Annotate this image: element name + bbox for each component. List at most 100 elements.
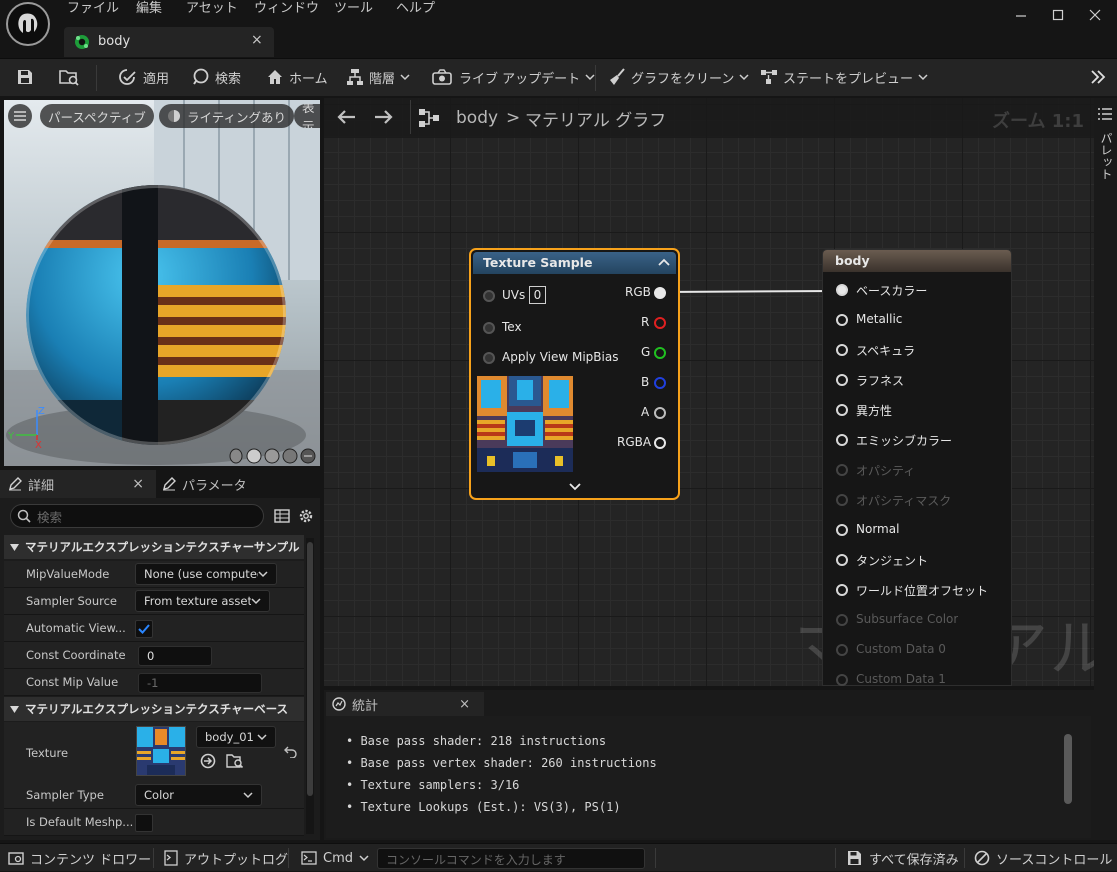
- save-all-button[interactable]: すべて保存済み: [847, 844, 959, 872]
- details-search-input[interactable]: 検索: [10, 504, 264, 528]
- const-coordinate-input[interactable]: 0: [138, 646, 212, 666]
- search-button[interactable]: 検索: [192, 59, 241, 95]
- expand-chevron-down-icon[interactable]: [569, 483, 581, 491]
- menu-file[interactable]: ファイル: [67, 0, 119, 20]
- stats-scrollbar-thumb[interactable]: [1064, 734, 1072, 804]
- browse-button[interactable]: [58, 59, 80, 95]
- texture-sample-node[interactable]: Texture Sample UVs 0 Tex Apply View MipB…: [469, 248, 680, 500]
- material-input-label: Subsurface Color: [856, 612, 959, 626]
- palette-sidebar[interactable]: パレット: [1094, 98, 1117, 840]
- material-input-pin[interactable]: [836, 464, 848, 476]
- apply-button[interactable]: 適用: [118, 59, 169, 95]
- chevron-up-icon[interactable]: [658, 258, 670, 266]
- preview-state-dropdown[interactable]: ステートをプレビュー: [760, 59, 928, 95]
- material-input-pin[interactable]: [836, 524, 848, 536]
- material-input-pin[interactable]: [836, 344, 848, 356]
- live-update-dropdown[interactable]: ライブ アップデート: [432, 59, 595, 95]
- material-input-pin[interactable]: [836, 644, 848, 656]
- material-result-node[interactable]: body ベースカラー Metallic スペキュラ ラフネス 異方性 エミッシブカラーオ…: [822, 249, 1012, 686]
- viewport-menu-button[interactable]: [8, 104, 32, 128]
- menu-help[interactable]: ヘルプ: [396, 0, 435, 20]
- r-output-pin[interactable]: [654, 317, 666, 329]
- sphere-mesh-icon[interactable]: [246, 448, 262, 464]
- cylinder-mesh-icon[interactable]: [228, 448, 244, 464]
- automatic-view-label: Automatic View...: [26, 621, 126, 635]
- material-input-pin[interactable]: [836, 554, 848, 566]
- sampler-type-dropdown[interactable]: Color: [135, 784, 262, 806]
- maximize-icon[interactable]: [1041, 4, 1075, 26]
- menu-window[interactable]: ウィンドウ: [254, 0, 319, 20]
- plane-mesh-icon[interactable]: [264, 448, 280, 464]
- table-view-icon[interactable]: [274, 508, 290, 524]
- tex-input-pin[interactable]: [483, 322, 495, 334]
- hierarchy-dropdown[interactable]: 階層: [346, 59, 410, 95]
- category-texture-sample[interactable]: マテリアルエクスプレッションテクスチャーサンプル: [4, 535, 304, 559]
- material-input-label: Custom Data 0: [856, 642, 946, 656]
- menu-asset[interactable]: アセット: [186, 0, 238, 20]
- close-details-icon[interactable]: ×: [132, 476, 144, 492]
- material-input-pin[interactable]: [836, 494, 848, 506]
- automatic-view-checkbox[interactable]: [135, 620, 153, 638]
- uvs-const-input[interactable]: 0: [529, 286, 546, 304]
- preview-viewport[interactable]: Z Y X パースペクティブ ライティングあり 表示: [4, 100, 320, 466]
- show-button[interactable]: 表示: [294, 104, 320, 128]
- close-window-icon[interactable]: [1078, 4, 1112, 26]
- texture-asset-dropdown[interactable]: body_01: [196, 726, 276, 748]
- material-input-label: オパシティマスク: [856, 494, 952, 508]
- use-selected-asset-icon[interactable]: [200, 753, 216, 769]
- texture-thumbnail[interactable]: [136, 726, 186, 776]
- b-output-pin[interactable]: [654, 377, 666, 389]
- menu-tools[interactable]: ツール: [334, 0, 373, 20]
- material-input-pin[interactable]: [836, 284, 848, 296]
- close-stats-icon[interactable]: ×: [459, 697, 470, 712]
- material-input-pin[interactable]: [836, 434, 848, 446]
- rgba-output-pin[interactable]: [654, 437, 666, 449]
- chevron-down-icon: [585, 73, 595, 81]
- close-tab-icon[interactable]: ×: [251, 32, 263, 48]
- category-texture-base[interactable]: マテリアルエクスプレッションテクスチャーベース: [4, 697, 304, 721]
- material-input-pin[interactable]: [836, 314, 848, 326]
- save-button[interactable]: [16, 59, 34, 95]
- document-tab[interactable]: body ×: [64, 27, 274, 57]
- menu-edit[interactable]: 編集: [136, 0, 162, 20]
- minimize-icon[interactable]: [1004, 4, 1038, 26]
- output-log-label: アウトプットログ: [184, 852, 289, 868]
- tab-stats[interactable]: 統計 ×: [326, 692, 484, 716]
- cube-mesh-icon[interactable]: [282, 448, 298, 464]
- sampler-source-dropdown[interactable]: From texture asset: [135, 590, 270, 612]
- material-input-pin[interactable]: [836, 584, 848, 596]
- tab-details[interactable]: 詳細 ×: [0, 470, 156, 498]
- tab-parameters[interactable]: パラメータ: [162, 470, 320, 498]
- material-input-label: ラフネス: [856, 374, 905, 388]
- lighting-button[interactable]: ライティングあり: [159, 104, 295, 128]
- browse-asset-icon[interactable]: [226, 753, 244, 769]
- uvs-input-pin[interactable]: [483, 290, 495, 302]
- content-drawer-button[interactable]: コンテンツ ドロワー: [8, 844, 151, 872]
- material-input-pin[interactable]: [836, 614, 848, 626]
- texture-sample-node-header[interactable]: Texture Sample: [473, 252, 676, 274]
- cmd-dropdown[interactable]: Cmd: [301, 844, 369, 872]
- console-command-input[interactable]: コンソールコマンドを入力します: [377, 848, 645, 869]
- material-input-pin[interactable]: [836, 674, 848, 686]
- material-input-pin[interactable]: [836, 374, 848, 386]
- source-control-button[interactable]: ソースコントロール: [974, 844, 1117, 872]
- mipbias-input-pin[interactable]: [483, 352, 495, 364]
- clean-graph-dropdown[interactable]: グラフをクリーン: [608, 59, 749, 95]
- toolbar-overflow-button[interactable]: [1090, 59, 1106, 95]
- material-input-pin[interactable]: [836, 404, 848, 416]
- teapot-mesh-icon[interactable]: [300, 448, 316, 464]
- unreal-logo-icon[interactable]: [6, 2, 50, 46]
- details-scrollbar-thumb[interactable]: [307, 542, 313, 796]
- a-output-pin[interactable]: [654, 407, 666, 419]
- home-button[interactable]: ホーム: [266, 59, 328, 95]
- perspective-button[interactable]: パースペクティブ: [40, 104, 154, 128]
- g-output-pin[interactable]: [654, 347, 666, 359]
- settings-gear-icon[interactable]: [298, 508, 314, 524]
- mip-value-mode-dropdown[interactable]: None (use computed: [135, 563, 277, 585]
- reset-to-default-icon[interactable]: [284, 744, 298, 758]
- output-log-button[interactable]: アウトプットログ: [164, 844, 288, 872]
- material-graph-canvas[interactable]: body > マテリアル グラフ ズーム 1:1 マテリアル Texture S…: [324, 98, 1094, 686]
- is-default-meshpaint-checkbox[interactable]: [135, 814, 153, 832]
- const-mip-value-input[interactable]: -1: [138, 673, 262, 693]
- rgb-output-pin[interactable]: [654, 287, 666, 299]
